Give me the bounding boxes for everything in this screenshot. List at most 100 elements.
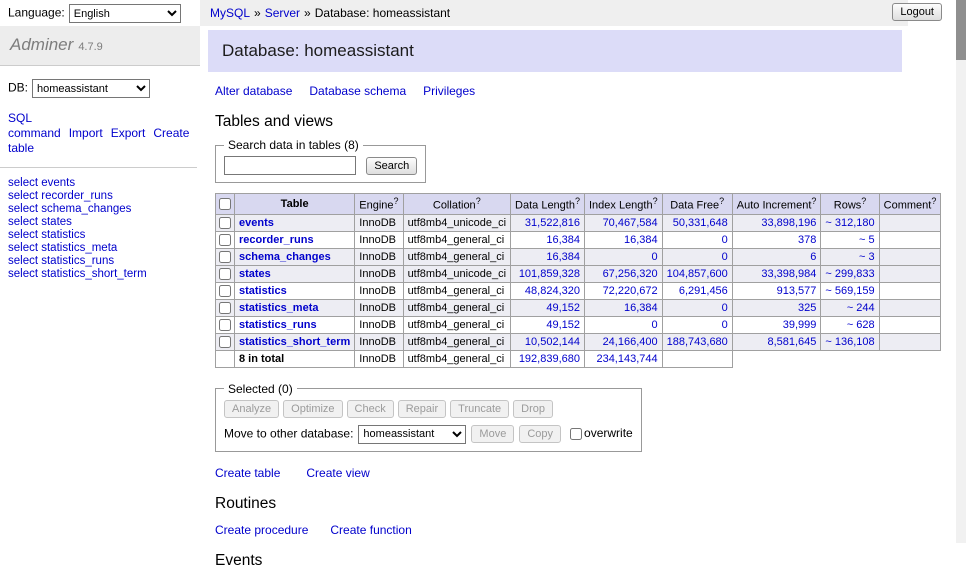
rows-count-link[interactable]: ~ 312,180 — [825, 217, 874, 229]
sidebar-table-link-select-statistics-meta[interactable]: select statistics_meta — [8, 242, 200, 255]
row-checkbox[interactable] — [219, 268, 231, 280]
row-checkbox[interactable] — [219, 217, 231, 229]
data-free-cell: 6,291,456 — [662, 282, 732, 299]
row-checkbox[interactable] — [219, 302, 231, 314]
table-link[interactable]: recorder_runs — [239, 234, 314, 246]
drop-button[interactable]: Drop — [513, 400, 553, 418]
table-link[interactable]: statistics — [239, 285, 287, 297]
nav-link-database-schema[interactable]: Database schema — [309, 84, 406, 98]
search-button[interactable]: Search — [366, 157, 417, 175]
rows-count-link[interactable]: ~ 3 — [859, 251, 875, 263]
rows-count-link[interactable]: ~ 569,159 — [825, 285, 874, 297]
sidebar-table-link-select-statistics[interactable]: select statistics — [8, 229, 200, 242]
auto-increment-cell: 33,398,984 — [732, 265, 821, 282]
column-help-link[interactable]: ? — [861, 196, 866, 206]
copy-button[interactable]: Copy — [519, 425, 561, 443]
column-help-link[interactable]: ? — [476, 196, 481, 206]
truncate-button[interactable]: Truncate — [450, 400, 509, 418]
data-length-cell: 49,152 — [511, 299, 585, 316]
column-help-link[interactable]: ? — [931, 196, 936, 206]
db-select[interactable]: homeassistant — [32, 79, 150, 98]
adminer-logo-text[interactable]: Adminer — [10, 35, 73, 54]
engine-cell: InnoDB — [355, 248, 403, 265]
sidebar-table-link-select-states[interactable]: select states — [8, 216, 200, 229]
data-length-cell: 48,824,320 — [511, 282, 585, 299]
table-link[interactable]: statistics_meta — [239, 302, 319, 314]
table-link[interactable]: statistics_runs — [239, 319, 317, 331]
search-fieldset: Search data in tables (8) Search — [215, 138, 426, 183]
column-header-data-free: Data Free? — [662, 194, 732, 215]
breadcrumb-server-type-link[interactable]: MySQL — [210, 6, 250, 20]
check-button[interactable]: Check — [347, 400, 394, 418]
db-selector: DB:homeassistant — [8, 79, 200, 98]
nav-link-alter-database[interactable]: Alter database — [215, 84, 292, 98]
link-create-function[interactable]: Create function — [330, 523, 411, 537]
routine-links: Create procedure Create function — [215, 523, 902, 537]
rows-count-link[interactable]: ~ 299,833 — [825, 268, 874, 280]
link-create-procedure[interactable]: Create procedure — [215, 523, 308, 537]
engine-cell: InnoDB — [355, 214, 403, 231]
collation-cell: utf8mb4_general_ci — [403, 316, 510, 333]
link-create-view[interactable]: Create view — [306, 466, 369, 480]
collation-cell: utf8mb4_unicode_ci — [403, 265, 510, 282]
data-free-cell: 0 — [662, 316, 732, 333]
table-link[interactable]: statistics_short_term — [239, 336, 350, 348]
table-name-cell: statistics_runs — [235, 316, 355, 333]
data-length-cell: 10,502,144 — [511, 333, 585, 350]
index-length-cell: 72,220,672 — [584, 282, 662, 299]
analyze-button[interactable]: Analyze — [224, 400, 279, 418]
row-select-cell — [216, 231, 235, 248]
scrollbar-thumb[interactable] — [956, 0, 966, 60]
row-checkbox[interactable] — [219, 234, 231, 246]
table-name-cell: recorder_runs — [235, 231, 355, 248]
row-checkbox[interactable] — [219, 285, 231, 297]
data-free-cell: 0 — [662, 231, 732, 248]
table-row: recorder_runsInnoDButf8mb4_general_ci16,… — [216, 231, 941, 248]
table-name-cell: states — [235, 265, 355, 282]
sidebar-link-import[interactable]: Import — [69, 126, 103, 140]
sidebar-link-sql-command[interactable]: SQL command — [8, 111, 61, 140]
row-checkbox[interactable] — [219, 336, 231, 348]
column-help-link[interactable]: ? — [394, 196, 399, 206]
index-length-cell: 0 — [584, 248, 662, 265]
link-create-table[interactable]: Create table — [215, 466, 280, 480]
sidebar-table-link-select-recorder-runs[interactable]: select recorder_runs — [8, 190, 200, 203]
overwrite-checkbox[interactable] — [570, 428, 582, 440]
sidebar-link-export[interactable]: Export — [111, 126, 146, 140]
search-input[interactable] — [224, 156, 356, 175]
rows-count-link[interactable]: ~ 628 — [847, 319, 875, 331]
row-checkbox[interactable] — [219, 319, 231, 331]
optimize-button[interactable]: Optimize — [283, 400, 342, 418]
column-help-link[interactable]: ? — [719, 196, 724, 206]
move-button[interactable]: Move — [471, 425, 514, 443]
table-link[interactable]: events — [239, 217, 274, 229]
sidebar-table-link-select-statistics-runs[interactable]: select statistics_runs — [8, 255, 200, 268]
rows-cell: ~ 244 — [821, 299, 879, 316]
rows-count-link[interactable]: ~ 244 — [847, 302, 875, 314]
repair-button[interactable]: Repair — [398, 400, 446, 418]
breadcrumb-server-link[interactable]: Server — [265, 6, 300, 20]
vertical-scrollbar[interactable] — [956, 0, 966, 543]
language-select[interactable]: English — [69, 4, 181, 23]
auto-increment-cell: 913,577 — [732, 282, 821, 299]
index-length-cell: 16,384 — [584, 231, 662, 248]
nav-link-privileges[interactable]: Privileges — [423, 84, 475, 98]
sidebar-table-link-select-events[interactable]: select events — [8, 177, 200, 190]
column-help-link[interactable]: ? — [653, 196, 658, 206]
move-db-select[interactable]: homeassistant — [358, 425, 466, 444]
row-checkbox[interactable] — [219, 251, 231, 263]
select-all-checkbox[interactable] — [219, 198, 231, 210]
rows-count-link[interactable]: ~ 5 — [859, 234, 875, 246]
total-engine-cell: InnoDB — [355, 350, 403, 367]
table-link[interactable]: schema_changes — [239, 251, 331, 263]
rows-cell: ~ 628 — [821, 316, 879, 333]
sidebar-table-link-select-schema-changes[interactable]: select schema_changes — [8, 203, 200, 216]
collation-cell: utf8mb4_general_ci — [403, 282, 510, 299]
column-help-link[interactable]: ? — [575, 196, 580, 206]
table-link[interactable]: states — [239, 268, 271, 280]
logout-button[interactable]: Logout — [892, 3, 942, 21]
column-help-link[interactable]: ? — [811, 196, 816, 206]
sidebar-table-link-select-statistics-short-term[interactable]: select statistics_short_term — [8, 268, 200, 281]
rows-count-link[interactable]: ~ 136,108 — [825, 336, 874, 348]
adminer-version: 4.7.9 — [78, 41, 102, 53]
